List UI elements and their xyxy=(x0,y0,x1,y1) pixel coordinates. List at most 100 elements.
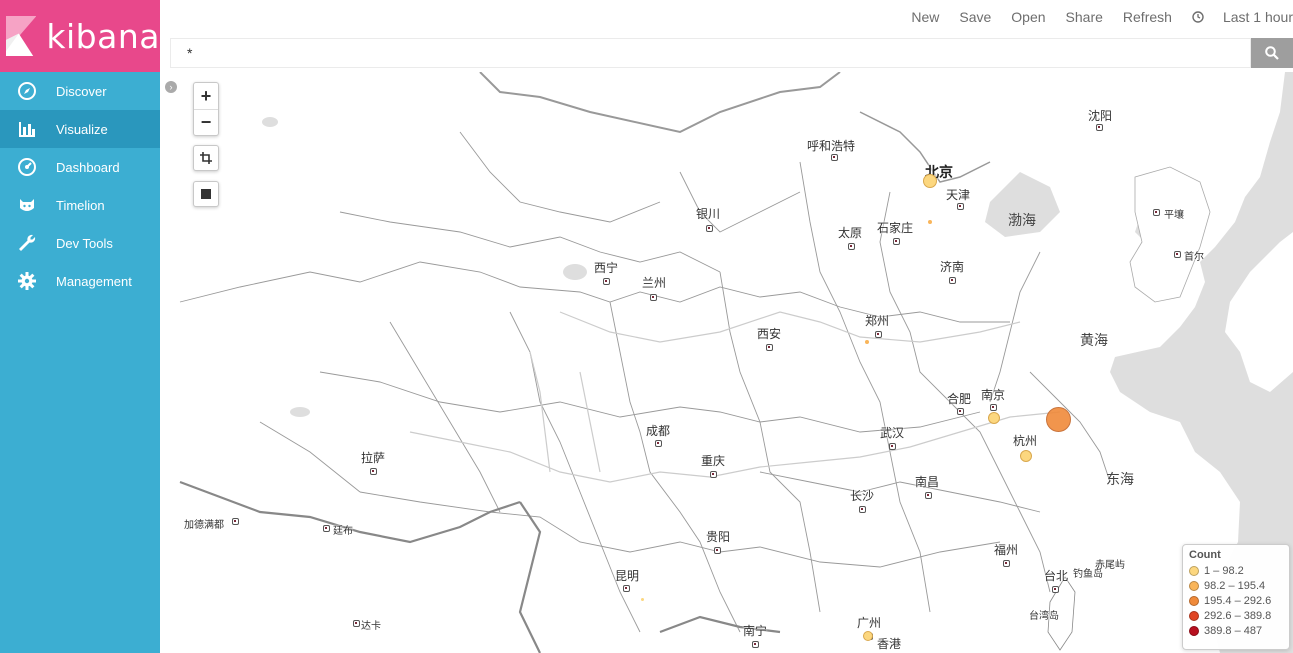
legend-title: Count xyxy=(1189,549,1221,561)
city-marker xyxy=(859,506,866,513)
city-marker xyxy=(831,154,838,161)
city-label: 沈阳 xyxy=(1088,109,1113,123)
city-marker xyxy=(875,331,882,338)
legend-label: 389.8 – 487 xyxy=(1204,624,1263,637)
city-label: 加德满都 xyxy=(184,520,224,531)
draw-rectangle-button[interactable] xyxy=(193,181,219,207)
map-legend: Count 1 – 98.2 98.2 – 195.4 195.4 – 292.… xyxy=(1182,544,1290,650)
sea-label: 黄海 xyxy=(1080,333,1108,349)
city-label: 济南 xyxy=(940,260,965,274)
sidebar-item-management[interactable]: Management xyxy=(0,262,160,300)
legend-swatch xyxy=(1189,580,1199,591)
city-label: 太原 xyxy=(838,226,863,240)
logo-text: kibana xyxy=(46,16,160,56)
zoom-control: + − xyxy=(193,82,219,136)
sidebar-item-visualize[interactable]: Visualize xyxy=(0,110,160,148)
legend-swatch xyxy=(1189,610,1199,621)
data-point-beijing[interactable] xyxy=(923,174,937,188)
legend-label: 98.2 – 195.4 xyxy=(1204,579,1266,592)
square-icon xyxy=(201,189,211,199)
clock-icon xyxy=(1192,11,1204,23)
kibana-logo-icon xyxy=(6,15,37,57)
data-point-guangzhou[interactable] xyxy=(863,631,873,641)
zoom-out-button[interactable]: − xyxy=(194,109,218,135)
city-marker xyxy=(1174,251,1181,258)
city-label: 福州 xyxy=(994,543,1019,557)
city-marker xyxy=(1153,209,1160,216)
data-point[interactable] xyxy=(641,598,644,601)
city-label: 首尔 xyxy=(1184,252,1204,263)
bar-chart-icon xyxy=(16,118,38,140)
city-label: 昆明 xyxy=(615,569,640,583)
city-marker xyxy=(353,620,360,627)
share-button[interactable]: Share xyxy=(1066,9,1103,25)
city-label: 天津 xyxy=(946,188,971,202)
city-marker xyxy=(957,203,964,210)
sea-label: 渤海 xyxy=(1008,213,1036,229)
city-label: 广州 xyxy=(857,616,882,630)
city-label: 台湾岛 xyxy=(1029,611,1059,622)
city-marker xyxy=(889,443,896,450)
city-marker xyxy=(949,277,956,284)
legend-item: 292.6 – 389.8 xyxy=(1189,608,1283,623)
data-point[interactable] xyxy=(928,220,932,224)
city-label: 西安 xyxy=(757,327,782,341)
gear-icon xyxy=(16,270,38,292)
city-marker xyxy=(706,225,713,232)
time-picker-button[interactable]: Last 1 hour xyxy=(1192,9,1293,25)
legend-label: 292.6 – 389.8 xyxy=(1204,609,1272,622)
kibana-logo[interactable]: kibana xyxy=(0,0,160,72)
city-label: 郑州 xyxy=(865,314,890,328)
city-marker xyxy=(893,238,900,245)
city-label: 达卡 xyxy=(361,621,381,632)
sidebar-nav: Discover Visualize Dashboard Timelion De… xyxy=(0,72,160,300)
city-label: 拉萨 xyxy=(361,451,386,465)
city-label: 南宁 xyxy=(743,624,768,638)
dashboard-gauge-icon xyxy=(16,156,38,178)
city-marker xyxy=(1003,560,1010,567)
city-label: 呼和浩特 xyxy=(807,139,856,153)
sidebar-item-discover[interactable]: Discover xyxy=(0,72,160,110)
open-button[interactable]: Open xyxy=(1011,9,1045,25)
city-marker xyxy=(623,585,630,592)
city-label: 南昌 xyxy=(915,475,940,489)
city-label: 南京 xyxy=(981,388,1006,402)
save-button[interactable]: Save xyxy=(959,9,991,25)
refresh-button[interactable]: Refresh xyxy=(1123,9,1172,25)
city-label: 西宁 xyxy=(594,261,619,275)
city-marker xyxy=(752,641,759,648)
city-marker xyxy=(925,492,932,499)
sidebar-item-label: Visualize xyxy=(56,121,108,137)
sidebar-item-dashboard[interactable]: Dashboard xyxy=(0,148,160,186)
search-button[interactable] xyxy=(1251,38,1293,68)
city-label: 银川 xyxy=(696,207,721,221)
data-point-hangzhou[interactable] xyxy=(1020,450,1032,462)
kibana-app: kibana Discover Visualize Dashboard Time… xyxy=(0,0,1293,653)
city-marker xyxy=(603,278,610,285)
sidebar-item-label: Dashboard xyxy=(56,159,120,175)
search-input[interactable] xyxy=(170,38,1251,68)
legend-swatch xyxy=(1189,595,1199,606)
zoom-in-button[interactable]: + xyxy=(194,83,218,109)
data-point[interactable] xyxy=(865,340,869,344)
city-label: 平壤 xyxy=(1164,210,1184,221)
sidebar-item-timelion[interactable]: Timelion xyxy=(0,186,160,224)
tile-map[interactable]: › + − 渤海 黄海 东海 沈阳 呼和浩特 北京 天津 平壤 首尔 银川 太原 xyxy=(160,72,1293,653)
new-button[interactable]: New xyxy=(911,9,939,25)
wrench-icon xyxy=(16,232,38,254)
city-marker xyxy=(1052,586,1059,593)
top-menu: New Save Open Share Refresh Last 1 hour xyxy=(896,9,1293,25)
legend-swatch xyxy=(1189,625,1199,636)
data-point-nanjing[interactable] xyxy=(988,412,1000,424)
city-marker xyxy=(323,525,330,532)
legend-label: 1 – 98.2 xyxy=(1204,564,1244,577)
city-label: 重庆 xyxy=(701,454,726,468)
fit-bounds-button[interactable] xyxy=(193,145,219,171)
collapse-toggle-icon[interactable]: › xyxy=(165,81,177,93)
sidebar-item-dev-tools[interactable]: Dev Tools xyxy=(0,224,160,262)
search-icon xyxy=(1265,46,1279,60)
time-picker-label: Last 1 hour xyxy=(1222,9,1293,25)
city-marker xyxy=(655,440,662,447)
data-point-shanghai[interactable] xyxy=(1046,407,1071,432)
city-marker xyxy=(957,408,964,415)
